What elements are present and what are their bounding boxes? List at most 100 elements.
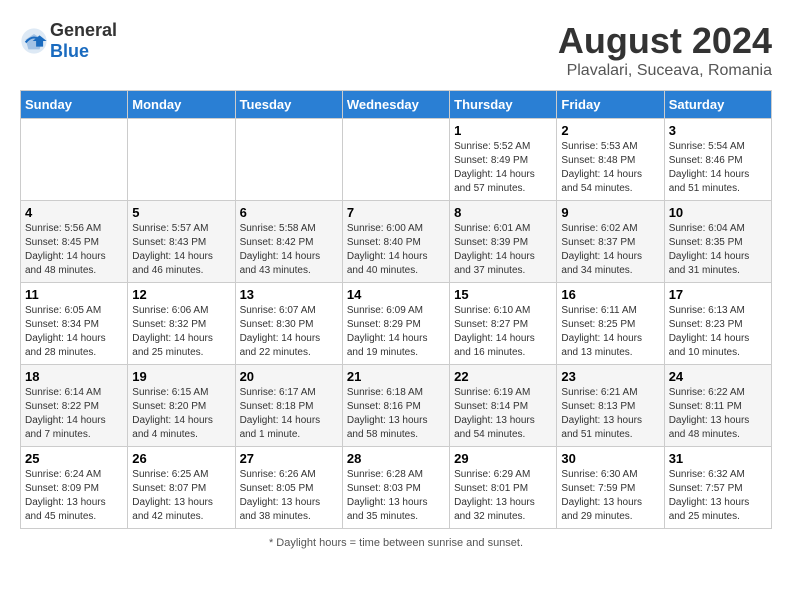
calendar-cell: 25 Sunrise: 6:24 AMSunset: 8:09 PMDayligh… xyxy=(21,447,128,529)
day-info: Sunrise: 6:21 AMSunset: 8:13 PMDaylight:… xyxy=(561,386,659,442)
day-number: 28 xyxy=(347,451,445,466)
day-info: Sunrise: 6:04 AMSunset: 8:35 PMDaylight:… xyxy=(669,222,767,278)
logo-icon xyxy=(20,27,48,55)
day-info: Sunrise: 6:25 AMSunset: 8:07 PMDaylight:… xyxy=(132,468,230,524)
day-info: Sunrise: 6:05 AMSunset: 8:34 PMDaylight:… xyxy=(25,304,123,360)
calendar-cell xyxy=(235,119,342,201)
day-info: Sunrise: 6:17 AMSunset: 8:18 PMDaylight:… xyxy=(240,386,338,442)
day-number: 18 xyxy=(25,369,123,384)
day-info: Sunrise: 6:14 AMSunset: 8:22 PMDaylight:… xyxy=(25,386,123,442)
day-number: 5 xyxy=(132,205,230,220)
calendar-cell: 5Sunrise: 5:57 AMSunset: 8:43 PMDaylight… xyxy=(128,201,235,283)
calendar-day-header: Wednesday xyxy=(342,91,449,119)
calendar-cell: 23 Sunrise: 6:21 AMSunset: 8:13 PMDayligh… xyxy=(557,365,664,447)
day-number: 12 xyxy=(132,287,230,302)
day-number: 30 xyxy=(561,451,659,466)
calendar-cell: 17 Sunrise: 6:13 AMSunset: 8:23 PMDayligh… xyxy=(664,283,771,365)
calendar-cell: 26Sunrise: 6:25 AMSunset: 8:07 PMDayligh… xyxy=(128,447,235,529)
calendar-day-header: Tuesday xyxy=(235,91,342,119)
day-info: Sunrise: 6:10 AMSunset: 8:27 PMDaylight:… xyxy=(454,304,552,360)
calendar-cell: 31Sunrise: 6:32 AMSunset: 7:57 PMDayligh… xyxy=(664,447,771,529)
calendar-cell: 20 Sunrise: 6:17 AMSunset: 8:18 PMDayligh… xyxy=(235,365,342,447)
day-info: Sunrise: 6:28 AMSunset: 8:03 PMDaylight:… xyxy=(347,468,445,524)
calendar-cell: 14 Sunrise: 6:09 AMSunset: 8:29 PMDayligh… xyxy=(342,283,449,365)
calendar-cell: 3Sunrise: 5:54 AMSunset: 8:46 PMDaylight… xyxy=(664,119,771,201)
day-info: Sunrise: 6:30 AMSunset: 7:59 PMDaylight:… xyxy=(561,468,659,524)
calendar-day-header: Monday xyxy=(128,91,235,119)
day-info: Sunrise: 6:15 AMSunset: 8:20 PMDaylight:… xyxy=(132,386,230,442)
header: General Blue August 2024 Plavalari, Suce… xyxy=(20,20,772,80)
calendar-cell: 2 Sunrise: 5:53 AMSunset: 8:48 PMDaylight… xyxy=(557,119,664,201)
day-info: Sunrise: 5:58 AMSunset: 8:42 PMDaylight:… xyxy=(240,222,338,278)
calendar-cell: 30 Sunrise: 6:30 AMSunset: 7:59 PMDayligh… xyxy=(557,447,664,529)
day-number: 11 xyxy=(25,287,123,302)
day-number: 6 xyxy=(240,205,338,220)
day-info: Sunrise: 5:53 AMSunset: 8:48 PMDaylight:… xyxy=(561,140,659,196)
day-number: 22 xyxy=(454,369,552,384)
day-number: 20 xyxy=(240,369,338,384)
day-number: 13 xyxy=(240,287,338,302)
day-info: Sunrise: 6:13 AMSunset: 8:23 PMDaylight:… xyxy=(669,304,767,360)
logo: General Blue xyxy=(20,20,117,62)
calendar-week-row: 11 Sunrise: 6:05 AMSunset: 8:34 PMDayligh… xyxy=(21,283,772,365)
calendar-cell: 4 Sunrise: 5:56 AMSunset: 8:45 PMDaylight… xyxy=(21,201,128,283)
day-number: 1 xyxy=(454,123,552,138)
day-number: 19 xyxy=(132,369,230,384)
day-info: Sunrise: 6:00 AMSunset: 8:40 PMDaylight:… xyxy=(347,222,445,278)
day-number: 25 xyxy=(25,451,123,466)
day-info: Sunrise: 6:11 AMSunset: 8:25 PMDaylight:… xyxy=(561,304,659,360)
calendar-day-header: Sunday xyxy=(21,91,128,119)
calendar-week-row: 25 Sunrise: 6:24 AMSunset: 8:09 PMDayligh… xyxy=(21,447,772,529)
day-number: 8 xyxy=(454,205,552,220)
calendar-cell: 12 Sunrise: 6:06 AMSunset: 8:32 PMDayligh… xyxy=(128,283,235,365)
day-info: Sunrise: 6:02 AMSunset: 8:37 PMDaylight:… xyxy=(561,222,659,278)
calendar-cell: 19 Sunrise: 6:15 AMSunset: 8:20 PMDayligh… xyxy=(128,365,235,447)
calendar-cell: 10Sunrise: 6:04 AMSunset: 8:35 PMDayligh… xyxy=(664,201,771,283)
calendar-week-row: 18 Sunrise: 6:14 AMSunset: 8:22 PMDayligh… xyxy=(21,365,772,447)
calendar-header-row: SundayMondayTuesdayWednesdayThursdayFrid… xyxy=(21,91,772,119)
calendar-cell: 8 Sunrise: 6:01 AMSunset: 8:39 PMDaylight… xyxy=(450,201,557,283)
calendar-cell: 28 Sunrise: 6:28 AMSunset: 8:03 PMDayligh… xyxy=(342,447,449,529)
calendar-cell: 22 Sunrise: 6:19 AMSunset: 8:14 PMDayligh… xyxy=(450,365,557,447)
title-area: August 2024 Plavalari, Suceava, Romania xyxy=(558,20,772,80)
calendar-cell: 27Sunrise: 6:26 AMSunset: 8:05 PMDayligh… xyxy=(235,447,342,529)
day-info: Sunrise: 6:24 AMSunset: 8:09 PMDaylight:… xyxy=(25,468,123,524)
calendar-cell: 9 Sunrise: 6:02 AMSunset: 8:37 PMDaylight… xyxy=(557,201,664,283)
day-info: Sunrise: 5:56 AMSunset: 8:45 PMDaylight:… xyxy=(25,222,123,278)
calendar-day-header: Thursday xyxy=(450,91,557,119)
day-number: 2 xyxy=(561,123,659,138)
day-info: Sunrise: 6:07 AMSunset: 8:30 PMDaylight:… xyxy=(240,304,338,360)
calendar-cell: 6 Sunrise: 5:58 AMSunset: 8:42 PMDaylight… xyxy=(235,201,342,283)
day-info: Sunrise: 6:26 AMSunset: 8:05 PMDaylight:… xyxy=(240,468,338,524)
day-number: 7 xyxy=(347,205,445,220)
day-info: Sunrise: 6:19 AMSunset: 8:14 PMDaylight:… xyxy=(454,386,552,442)
calendar-day-header: Friday xyxy=(557,91,664,119)
day-number: 23 xyxy=(561,369,659,384)
calendar-cell: 24Sunrise: 6:22 AMSunset: 8:11 PMDayligh… xyxy=(664,365,771,447)
day-info: Sunrise: 6:29 AMSunset: 8:01 PMDaylight:… xyxy=(454,468,552,524)
calendar-cell: 16 Sunrise: 6:11 AMSunset: 8:25 PMDayligh… xyxy=(557,283,664,365)
calendar-cell: 13 Sunrise: 6:07 AMSunset: 8:30 PMDayligh… xyxy=(235,283,342,365)
calendar-cell: 1 Sunrise: 5:52 AMSunset: 8:49 PMDaylight… xyxy=(450,119,557,201)
calendar-cell: 29Sunrise: 6:29 AMSunset: 8:01 PMDayligh… xyxy=(450,447,557,529)
location: Plavalari, Suceava, Romania xyxy=(558,62,772,80)
day-info: Sunrise: 6:01 AMSunset: 8:39 PMDaylight:… xyxy=(454,222,552,278)
day-number: 14 xyxy=(347,287,445,302)
calendar-week-row: 1 Sunrise: 5:52 AMSunset: 8:49 PMDaylight… xyxy=(21,119,772,201)
day-info: Sunrise: 5:52 AMSunset: 8:49 PMDaylight:… xyxy=(454,140,552,196)
calendar-cell xyxy=(21,119,128,201)
day-number: 16 xyxy=(561,287,659,302)
calendar-cell: 21Sunrise: 6:18 AMSunset: 8:16 PMDayligh… xyxy=(342,365,449,447)
logo-text: General Blue xyxy=(50,20,117,61)
calendar-cell xyxy=(128,119,235,201)
month-year: August 2024 xyxy=(558,20,772,62)
day-info: Sunrise: 6:06 AMSunset: 8:32 PMDaylight:… xyxy=(132,304,230,360)
calendar-week-row: 4 Sunrise: 5:56 AMSunset: 8:45 PMDaylight… xyxy=(21,201,772,283)
calendar-cell xyxy=(342,119,449,201)
day-info: Sunrise: 6:18 AMSunset: 8:16 PMDaylight:… xyxy=(347,386,445,442)
day-number: 17 xyxy=(669,287,767,302)
day-number: 4 xyxy=(25,205,123,220)
day-number: 9 xyxy=(561,205,659,220)
day-number: 15 xyxy=(454,287,552,302)
day-info: Sunrise: 6:09 AMSunset: 8:29 PMDaylight:… xyxy=(347,304,445,360)
